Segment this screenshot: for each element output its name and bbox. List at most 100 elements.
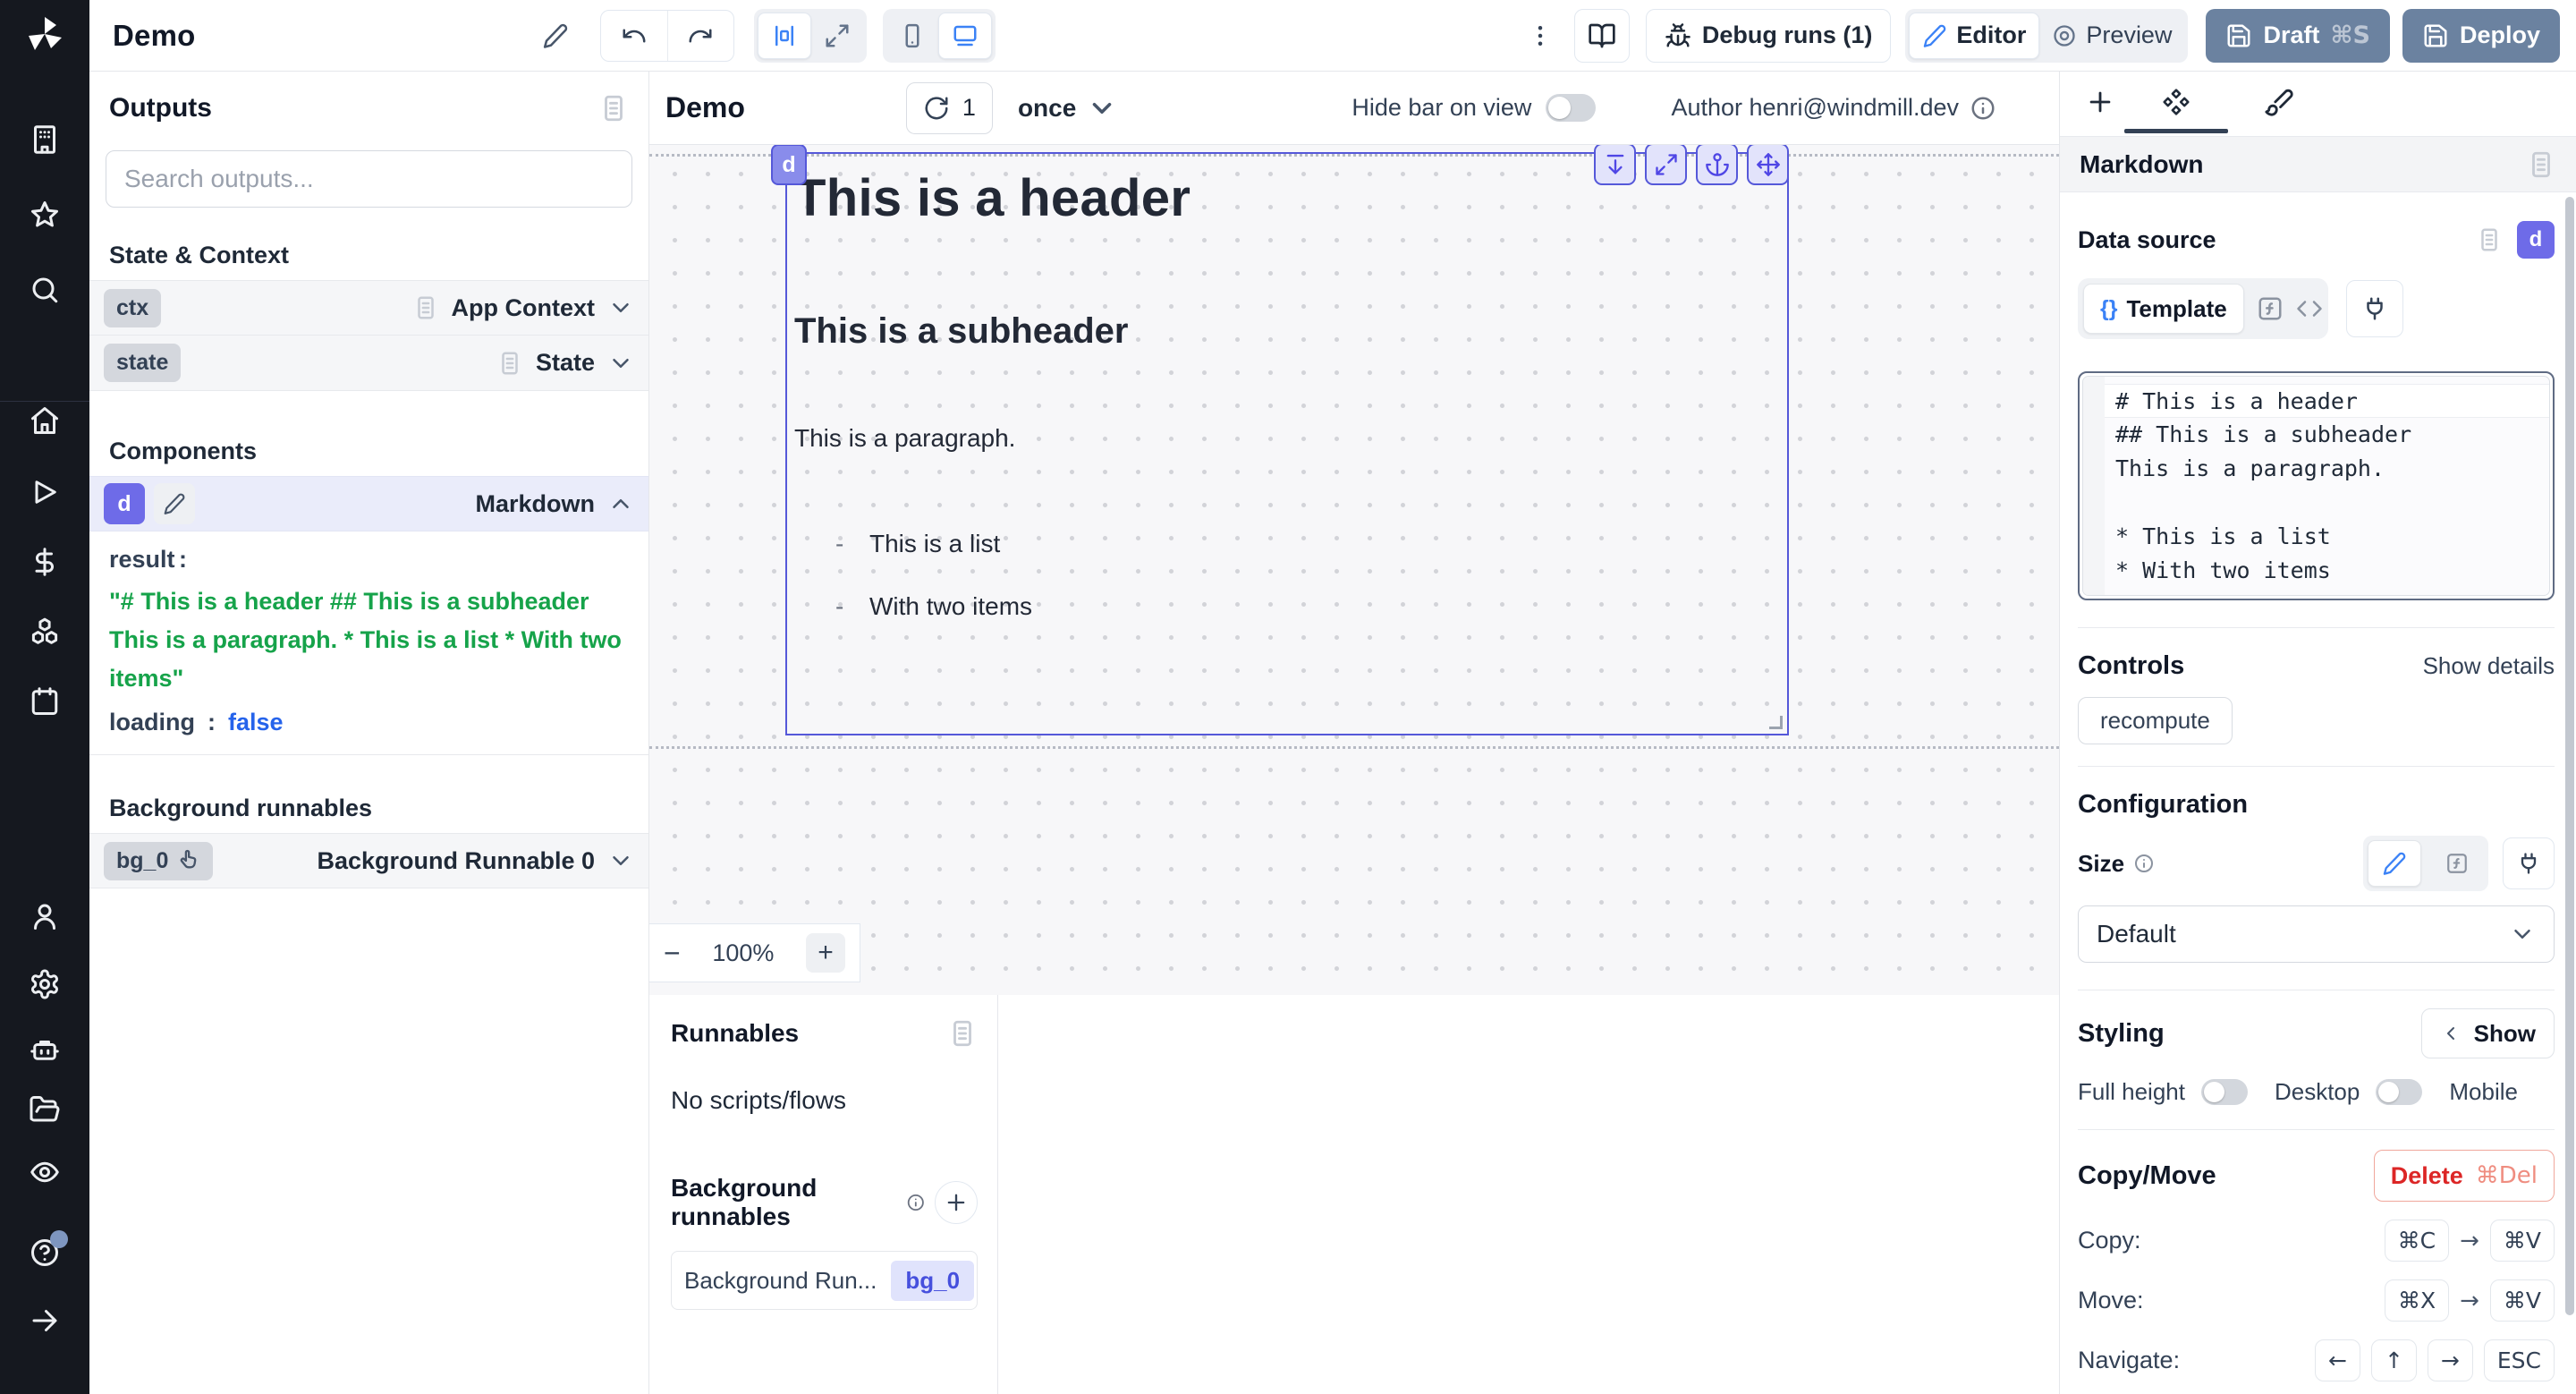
workspace-icon[interactable] — [29, 123, 61, 156]
show-details-link[interactable]: Show details — [2423, 652, 2555, 680]
bg0-row[interactable]: bg_0 Background Runnable 0 — [89, 833, 648, 888]
hide-bar-toggle[interactable] — [1546, 94, 1596, 122]
favorites-star-icon[interactable] — [29, 199, 61, 231]
search-icon[interactable] — [29, 274, 61, 306]
delete-label: Delete — [2391, 1162, 2463, 1190]
centered-layout-button[interactable] — [758, 13, 811, 59]
info-icon[interactable] — [1970, 95, 1996, 122]
state-row[interactable]: state State — [89, 336, 648, 391]
kebab-menu-icon[interactable] — [1524, 16, 1556, 55]
code-line[interactable]: * This is a list — [2105, 520, 2549, 554]
zoom-out-button[interactable]: − — [664, 937, 681, 970]
full-height-toggle[interactable] — [2201, 1079, 2248, 1105]
info-icon[interactable] — [2133, 853, 2155, 874]
zoom-in-button[interactable]: + — [806, 933, 845, 973]
markdown-code-editor[interactable]: # This is a header ## This is a subheade… — [2078, 371, 2555, 600]
result-value[interactable]: "# This is a header ## This is a subhead… — [109, 582, 629, 698]
expand-component-button[interactable] — [1645, 145, 1687, 185]
audit-eye-icon[interactable] — [29, 1156, 61, 1188]
user-icon[interactable] — [29, 900, 61, 932]
fill-height-button[interactable] — [1594, 145, 1636, 185]
info-icon[interactable] — [906, 1191, 926, 1214]
code-line[interactable]: * With two items — [2105, 554, 2549, 588]
template-mode-button[interactable]: {} Template — [2083, 284, 2244, 334]
code-line[interactable]: # This is a header — [2105, 384, 2549, 418]
code-line[interactable]: ## This is a subheader — [2105, 418, 2549, 452]
home-icon[interactable] — [29, 404, 61, 437]
chevron-down-icon[interactable] — [607, 294, 634, 321]
schedules-calendar-icon[interactable] — [29, 685, 61, 718]
draft-button[interactable]: Draft ⌘S — [2206, 9, 2390, 63]
edit-title-pencil-icon[interactable] — [536, 16, 575, 55]
kbd-esc: ESC — [2484, 1339, 2555, 1381]
workers-bot-icon[interactable] — [29, 1033, 61, 1065]
resize-handle[interactable] — [1769, 716, 1783, 729]
code-mode-icon[interactable] — [2296, 295, 2323, 322]
folders-icon[interactable] — [29, 1093, 61, 1126]
component-settings-tab[interactable] — [2136, 72, 2216, 132]
function-mode-button[interactable] — [2430, 840, 2484, 887]
redo-button[interactable] — [667, 11, 733, 61]
settings-gear-icon[interactable] — [29, 968, 61, 1000]
component-d-row[interactable]: d Markdown — [89, 476, 648, 531]
settings-tabs — [2060, 72, 2576, 136]
refresh-icon — [923, 95, 950, 122]
chevron-down-icon[interactable] — [607, 350, 634, 377]
ctx-row[interactable]: ctx App Context — [89, 280, 648, 336]
styling-tab[interactable] — [2239, 72, 2319, 132]
app-canvas[interactable]: d This is a header This is a subheader T… — [649, 145, 2059, 995]
doc-icon[interactable] — [2476, 226, 2503, 253]
expand-rail-arrow-icon[interactable] — [29, 1305, 61, 1337]
recompute-button[interactable]: recompute — [2078, 697, 2233, 744]
bound-component-chip[interactable]: d — [2517, 221, 2555, 259]
undo-button[interactable] — [601, 11, 667, 61]
variables-dollar-icon[interactable] — [29, 546, 61, 578]
static-mode-pencil-button[interactable] — [2368, 840, 2421, 887]
connect-plug-button[interactable] — [2503, 837, 2555, 889]
background-runnable-card[interactable]: Background Run... bg_0 — [671, 1251, 978, 1310]
rename-component-pencil-icon[interactable] — [154, 483, 195, 524]
show-styling-button[interactable]: Show — [2421, 1008, 2555, 1058]
search-outputs-input[interactable] — [124, 165, 614, 193]
insert-component-tab[interactable] — [2060, 72, 2140, 132]
size-setting-row: Size — [2078, 836, 2555, 891]
delete-component-button[interactable]: Delete ⌘Del — [2374, 1150, 2555, 1202]
resources-boxes-icon[interactable] — [29, 616, 61, 648]
component-tag-badge[interactable]: d — [771, 145, 807, 185]
full-height-label: Full height — [2078, 1078, 2185, 1106]
desktop-toggle[interactable] — [2376, 1079, 2422, 1105]
loading-value[interactable]: false — [228, 709, 284, 736]
rail-divider — [0, 401, 89, 402]
panel-doc-icon[interactable] — [598, 93, 629, 123]
connect-plug-button[interactable] — [2346, 280, 2403, 337]
refresh-count-button[interactable]: 1 — [906, 82, 993, 134]
windmill-logo-icon[interactable] — [23, 13, 66, 55]
function-mode-icon[interactable] — [2257, 295, 2284, 322]
size-select[interactable]: Default — [2078, 905, 2555, 963]
anchor-component-button[interactable] — [1696, 145, 1738, 185]
move-component-button[interactable] — [1747, 145, 1789, 185]
fullscreen-layout-button[interactable] — [811, 13, 863, 59]
panel-doc-icon[interactable] — [2526, 149, 2556, 180]
add-background-runnable-button[interactable] — [935, 1181, 978, 1224]
desktop-view-button[interactable] — [938, 13, 992, 59]
panel-scrollbar[interactable] — [2565, 197, 2574, 1315]
chevron-down-icon[interactable] — [607, 847, 634, 874]
editor-tab[interactable]: Editor — [1909, 13, 2039, 59]
panel-doc-icon[interactable] — [947, 1018, 978, 1049]
chevron-up-icon[interactable] — [607, 490, 634, 517]
run-mode-dropdown[interactable]: once — [1018, 93, 1117, 123]
markdown-component-selected[interactable]: d This is a header This is a subheader T… — [785, 152, 1789, 735]
preview-tab[interactable]: Preview — [2039, 13, 2184, 59]
runnables-panel: Runnables No scripts/flows Background ru… — [649, 995, 998, 1394]
code-line[interactable] — [2105, 486, 2549, 520]
deploy-button[interactable]: Deploy — [2402, 9, 2560, 63]
mobile-view-button[interactable] — [886, 13, 938, 59]
help-notification-dot — [50, 1230, 68, 1248]
code-line[interactable]: This is a paragraph. — [2105, 452, 2549, 486]
docs-book-button[interactable] — [1574, 9, 1630, 63]
debug-runs-button[interactable]: Debug runs (1) — [1646, 9, 1892, 63]
runs-play-icon[interactable] — [29, 476, 61, 508]
markdown-list-item: This is a list — [869, 530, 1000, 558]
help-icon[interactable] — [29, 1237, 61, 1269]
